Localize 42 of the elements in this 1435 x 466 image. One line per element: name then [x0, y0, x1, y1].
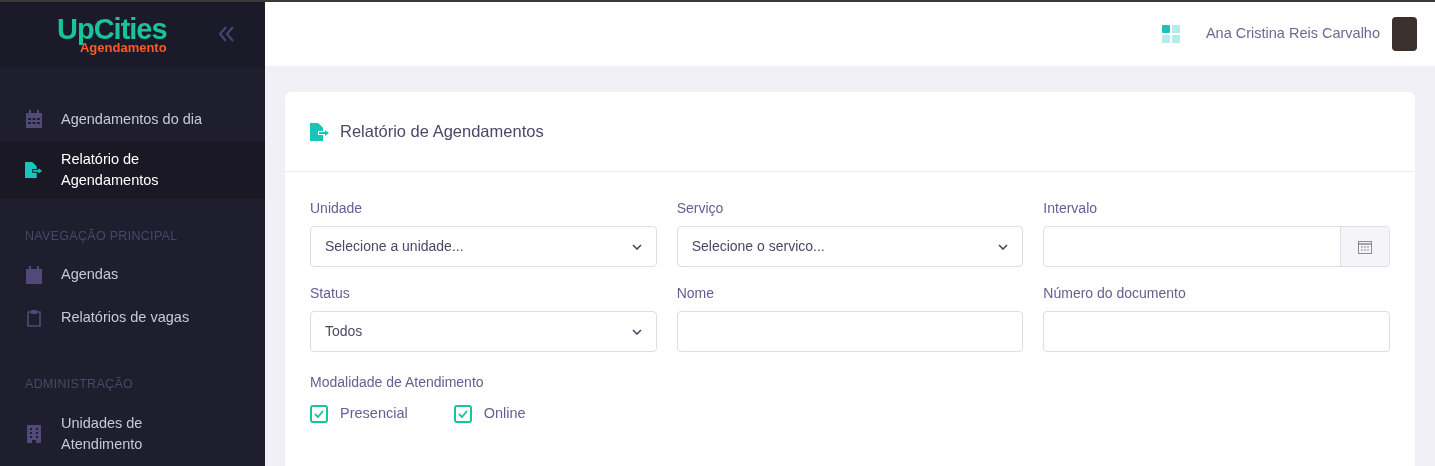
- field-label: Modalidade de Atendimento: [310, 373, 485, 392]
- checkbox-label[interactable]: Online: [483, 403, 526, 425]
- sidebar-item[interactable]: Relatório de Agendamentos: [0, 140, 265, 199]
- input-field[interactable]: [1043, 311, 1390, 352]
- checkbox[interactable]: [310, 404, 328, 423]
- checkbox-label[interactable]: Presencial: [340, 403, 408, 425]
- field-label: Serviço: [676, 199, 725, 218]
- apps-grid-icon[interactable]: [1161, 25, 1180, 43]
- field-label: Intervalo: [1043, 199, 1099, 218]
- chevron-down-icon: [631, 243, 642, 250]
- section-heading: ADMINISTRAÇÃO: [24, 376, 135, 394]
- building-icon: [25, 425, 43, 443]
- sidebar-item[interactable]: Unidades de Atendimento: [0, 402, 265, 466]
- field-label: Número do documento: [1043, 284, 1187, 303]
- document-arrow-icon: [310, 122, 330, 141]
- calendar-icon[interactable]: [1340, 227, 1389, 266]
- select-field[interactable]: Todos: [310, 311, 657, 352]
- field-label: Status: [310, 284, 351, 303]
- field-label: Unidade: [310, 199, 364, 218]
- input-field[interactable]: [676, 311, 1024, 352]
- chevron-down-icon: [631, 328, 642, 335]
- select-field[interactable]: Selecione o servico...: [676, 226, 1024, 267]
- section-heading: NAVEGAÇÃO PRINCIPAL: [24, 227, 179, 245]
- logo: UpCities Agendamento: [57, 15, 167, 55]
- date-range-field[interactable]: [1043, 226, 1390, 267]
- user-name[interactable]: Ana Cristina Reis Carvalho: [1205, 23, 1380, 45]
- field-label: Nome: [676, 284, 715, 303]
- select-field[interactable]: Selecione a unidade...: [310, 226, 657, 267]
- chevron-down-icon: [998, 243, 1009, 250]
- avatar-photo-placeholder[interactable]: [1392, 17, 1417, 51]
- clipboard-icon: [25, 308, 43, 327]
- card-title: Relatório de Agendamentos: [340, 121, 544, 143]
- sidebar-item[interactable]: Relatórios de vagas: [0, 296, 265, 340]
- checkmark-icon: [457, 409, 468, 418]
- sidebar-item[interactable]: Agendamentos do dia: [0, 97, 265, 141]
- document-arrow-icon: [25, 160, 43, 179]
- calendar-icon: [25, 265, 43, 284]
- calendar-icon: [25, 110, 43, 128]
- checkmark-icon: [314, 409, 324, 418]
- sidebar-item[interactable]: Agendas: [0, 253, 265, 297]
- collapse-icon[interactable]: [218, 26, 236, 42]
- checkbox[interactable]: [453, 404, 472, 423]
